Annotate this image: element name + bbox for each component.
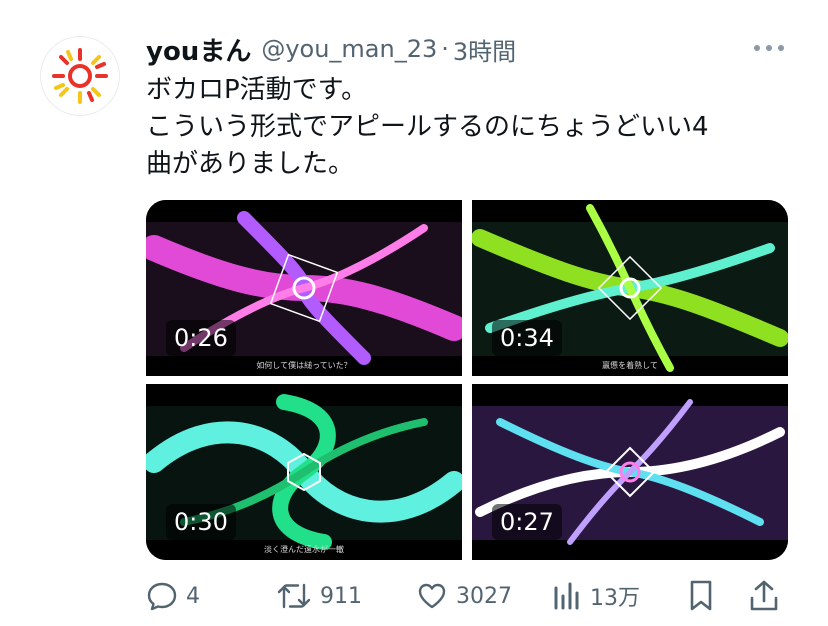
tweet-text-line: ボカロP活動です。 xyxy=(146,75,368,105)
video-duration: 0:26 xyxy=(166,320,236,356)
video-duration: 0:27 xyxy=(492,504,562,540)
video-thumbnail[interactable]: 0:27 xyxy=(472,384,788,560)
action-bar: 4 911 3027 13万 xyxy=(146,574,786,618)
share-button[interactable] xyxy=(748,574,780,618)
avatar[interactable] xyxy=(40,36,120,116)
video-thumbnail[interactable]: 0:30 淡く澄んだ遠水が一轍 xyxy=(146,384,462,560)
views-button[interactable]: 13万 xyxy=(552,574,640,618)
more-options-icon[interactable] xyxy=(754,36,784,60)
tweet-text-line: こういう形式でアピールするのにちょうどいい4 xyxy=(146,112,709,142)
sun-logo-icon xyxy=(52,48,108,104)
like-count: 3027 xyxy=(456,583,512,609)
reply-count: 4 xyxy=(186,583,200,609)
timestamp[interactable]: 3時間 xyxy=(453,32,516,67)
heart-icon xyxy=(418,583,446,609)
view-count: 13万 xyxy=(590,586,640,611)
video-duration: 0:34 xyxy=(492,320,562,356)
analytics-icon xyxy=(554,582,579,610)
video-subtitle: 羸憊を着熟して xyxy=(602,361,658,370)
bookmark-button[interactable] xyxy=(686,574,716,618)
video-thumbnail[interactable]: 0:34 羸憊を着熟して xyxy=(472,200,788,376)
share-icon xyxy=(750,580,778,611)
tweet-text-line: 曲がありました。 xyxy=(146,149,355,179)
retweet-button[interactable]: 911 xyxy=(276,574,362,618)
video-thumbnail[interactable]: 0:26 如何して僕は縋っていた？ xyxy=(146,200,462,376)
media-grid: 0:26 如何して僕は縋っていた？ 0:34 羸憊を着熟して 0:30 淡く澄ん… xyxy=(146,200,788,560)
separator-dot: · xyxy=(441,35,449,63)
retweet-count: 911 xyxy=(320,583,362,609)
video-subtitle xyxy=(472,540,788,560)
tweet-header: youまん @you_man_23 · 3時間 xyxy=(146,30,766,68)
video-subtitle: 淡く澄んだ遠水が一轍 xyxy=(264,545,344,554)
reply-icon xyxy=(147,582,177,611)
retweet-icon xyxy=(277,583,311,609)
user-name[interactable]: youまん xyxy=(146,31,251,68)
video-duration: 0:30 xyxy=(166,504,236,540)
like-button[interactable]: 3027 xyxy=(416,574,512,618)
bookmark-icon xyxy=(690,580,712,611)
reply-button[interactable]: 4 xyxy=(146,574,200,618)
video-subtitle: 如何して僕は縋っていた？ xyxy=(256,361,352,370)
tweet-text: ボカロP活動です。 こういう形式でアピールするのにちょうどいい4 曲がありました… xyxy=(146,72,806,183)
user-handle[interactable]: @you_man_23 xyxy=(261,35,437,63)
